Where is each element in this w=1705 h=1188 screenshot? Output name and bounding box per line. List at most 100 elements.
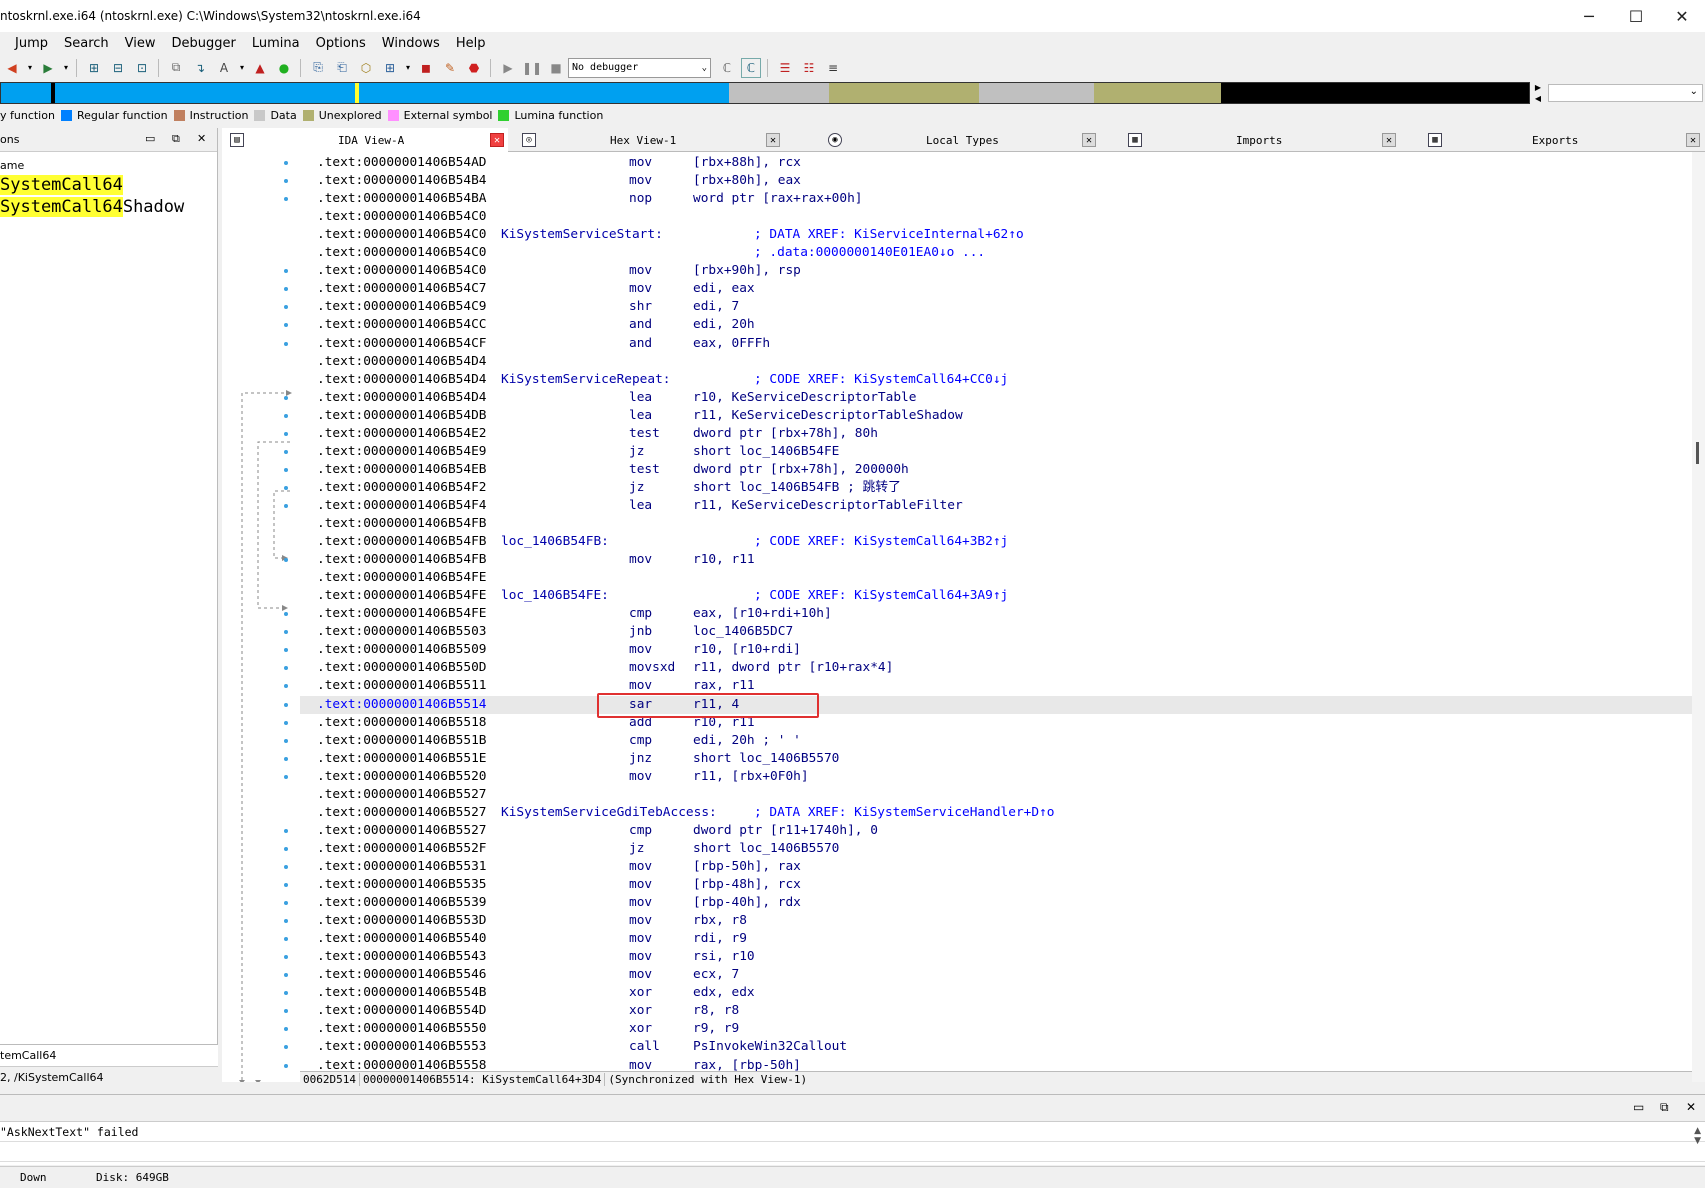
listing-row[interactable]: .text:00000001406B5527 bbox=[300, 786, 1692, 804]
run-icon[interactable]: ▶ bbox=[498, 58, 518, 78]
green-circle-icon[interactable]: ● bbox=[274, 58, 294, 78]
listing-row[interactable]: .text:00000001406B54E9 jz short loc_1406B5… bbox=[300, 443, 1692, 461]
listing-row[interactable]: .text:00000001406B54FE bbox=[300, 569, 1692, 587]
functions-column-header[interactable]: ame bbox=[0, 152, 217, 174]
tab-hex-view-1[interactable]: ◎ Hex View-1 ✕ bbox=[514, 128, 804, 152]
listing-row[interactable]: .text:00000001406B54CC and edi, 20h bbox=[300, 316, 1692, 334]
breakpoint-dot[interactable] bbox=[284, 161, 288, 165]
listing-row[interactable]: .text:00000001406B54D4 lea r10, KeServiceD… bbox=[300, 389, 1692, 407]
menu-help[interactable]: Help bbox=[448, 36, 494, 51]
restore-icon[interactable]: ▭ bbox=[1633, 1100, 1644, 1114]
listing-row[interactable]: .text:00000001406B54AD mov [rbx+88h], rcx bbox=[300, 154, 1692, 172]
back-dropdown-icon[interactable]: ▾ bbox=[26, 58, 34, 78]
breakpoint-dot[interactable] bbox=[284, 883, 288, 887]
listing-row[interactable]: .text:00000001406B54F4 lea r11, KeServiceD… bbox=[300, 497, 1692, 515]
listing-row[interactable]: .text:00000001406B551B cmp edi, 20h ; ' ' bbox=[300, 732, 1692, 750]
back-icon[interactable]: ◀ bbox=[2, 58, 22, 78]
debugger-select[interactable]: No debugger ⌄ bbox=[568, 57, 711, 78]
minimize-button[interactable]: ─ bbox=[1566, 0, 1612, 32]
close-icon[interactable]: ✕ bbox=[1686, 133, 1700, 147]
breakpoint-dot[interactable] bbox=[284, 431, 288, 436]
jump-arrow-icon[interactable]: ↴ bbox=[190, 58, 210, 78]
paste-icon[interactable]: ⎗ bbox=[332, 58, 352, 78]
function-item[interactable]: SystemCall64 bbox=[0, 174, 217, 196]
close-icon[interactable]: ✕ bbox=[766, 133, 780, 147]
listing-row[interactable]: .text:00000001406B54F2 jz short loc_1406B5… bbox=[300, 479, 1692, 497]
stop-sign-icon[interactable]: ⬣ bbox=[464, 58, 484, 78]
breakpoint-dot[interactable] bbox=[284, 1063, 288, 1068]
menu-lumina[interactable]: Lumina bbox=[244, 36, 308, 51]
breakpoint-dot[interactable] bbox=[284, 395, 288, 400]
listing-row[interactable]: .text:00000001406B552F jz short loc_1406B5… bbox=[300, 840, 1692, 858]
overview-icon[interactable]: ⧉ bbox=[166, 58, 186, 78]
output-window[interactable]: "AskNextText" failed ▲ ▼ bbox=[0, 1121, 1705, 1165]
tab-local-types[interactable]: ◉ Local Types ✕ bbox=[820, 128, 1112, 152]
listing-row[interactable]: .text:00000001406B54C9 shr edi, 7 bbox=[300, 298, 1692, 316]
breakpoint-dot[interactable] bbox=[284, 503, 288, 508]
tab-imports[interactable]: ▦ Imports ✕ bbox=[1120, 128, 1412, 152]
maximize-button[interactable]: ☐ bbox=[1613, 0, 1659, 32]
menu-jump[interactable]: Jump bbox=[0, 36, 56, 51]
listing-row[interactable]: .text:00000001406B554B xor edx, edx bbox=[300, 984, 1692, 1002]
close-icon[interactable]: ✕ bbox=[1082, 133, 1096, 147]
breakpoint-dot[interactable] bbox=[284, 702, 288, 707]
listing-row[interactable]: .text:00000001406B54FE cmp eax, [r10+rdi+1… bbox=[300, 605, 1692, 623]
tab-exports[interactable]: ▦ Exports ✕ bbox=[1420, 128, 1705, 152]
breakpoint-dot[interactable] bbox=[284, 738, 288, 743]
restore-icon[interactable]: ▭ bbox=[145, 132, 155, 145]
text-dropdown-icon[interactable]: ▾ bbox=[238, 58, 246, 78]
listing-row[interactable]: .text:00000001406B5540 mov rdi, r9 bbox=[300, 930, 1692, 948]
listing-row[interactable]: .text:00000001406B54B4 mov [rbx+80h], eax bbox=[300, 172, 1692, 190]
listing-row[interactable]: .text:00000001406B54CF and eax, 0FFFh bbox=[300, 335, 1692, 353]
hex-icon[interactable]: ⬡ bbox=[356, 58, 376, 78]
flag-icon[interactable]: ▲ bbox=[250, 58, 270, 78]
listing-row[interactable]: .text:00000001406B550D movsxd r11, dword p… bbox=[300, 659, 1692, 677]
listing-row[interactable]: .text:00000001406B5543 mov rsi, r10 bbox=[300, 948, 1692, 966]
breakpoint-dot[interactable] bbox=[284, 720, 288, 725]
pause-icon[interactable]: ❚❚ bbox=[522, 58, 542, 78]
forward-icon[interactable]: ▶ bbox=[38, 58, 58, 78]
list-breakpoint-icon[interactable]: ☰ bbox=[775, 58, 795, 78]
listing-row[interactable]: .text:00000001406B54C0 mov [rbx+90h], rsp bbox=[300, 262, 1692, 280]
struct-icon[interactable]: ⊞ bbox=[380, 58, 400, 78]
listing-row[interactable]: .text:00000001406B5550 xor r9, r9 bbox=[300, 1020, 1692, 1038]
listing-row[interactable]: .text:00000001406B551E jnz short loc_1406B… bbox=[300, 750, 1692, 768]
copy-icon[interactable]: ⎘ bbox=[308, 58, 328, 78]
forward-dropdown-icon[interactable]: ▾ bbox=[62, 58, 70, 78]
listing-row[interactable]: .text:00000001406B5553 call PsInvokeWin32C… bbox=[300, 1038, 1692, 1056]
edit-icon[interactable]: ✎ bbox=[440, 58, 460, 78]
menu-debugger[interactable]: Debugger bbox=[164, 36, 244, 51]
breakpoint-dot[interactable] bbox=[284, 846, 288, 851]
text-icon[interactable]: A bbox=[214, 58, 234, 78]
listing-row[interactable]: .text:00000001406B554D xor r8, r8 bbox=[300, 1002, 1692, 1020]
listing-row[interactable]: .text:00000001406B54EB test dword ptr [rbx… bbox=[300, 461, 1692, 479]
listing-row[interactable]: .text:00000001406B5535 mov [rbp-48h], rcx bbox=[300, 876, 1692, 894]
selected-function[interactable]: temCall64 bbox=[0, 1045, 218, 1067]
menu-view[interactable]: View bbox=[117, 36, 164, 51]
listing-row[interactable]: .text:00000001406B5503 jnb loc_1406B5DC7 bbox=[300, 623, 1692, 641]
listing-row[interactable]: .text:00000001406B5531 mov [rbp-50h], rax bbox=[300, 858, 1692, 876]
listing-row[interactable]: .text:00000001406B5527 cmp dword ptr [r11+… bbox=[300, 822, 1692, 840]
scrollbar-thumb[interactable] bbox=[1696, 442, 1699, 464]
text-view-icon[interactable]: ⊡ bbox=[132, 58, 152, 78]
listing-row[interactable]: .text:00000001406B54D4 KiSystemServiceRep… bbox=[300, 371, 1692, 389]
breakpoint-dot[interactable] bbox=[284, 341, 288, 346]
listing-row[interactable]: .text:00000001406B54C7 mov edi, eax bbox=[300, 280, 1692, 298]
breakpoint-dot[interactable] bbox=[284, 864, 288, 869]
close-icon[interactable]: ✕ bbox=[490, 133, 504, 147]
listing-row[interactable]: .text:00000001406B5546 mov ecx, 7 bbox=[300, 966, 1692, 984]
stop-icon[interactable]: ■ bbox=[546, 58, 566, 78]
list-remove-icon[interactable]: ☷ bbox=[799, 58, 819, 78]
listing-row[interactable]: .text:00000001406B54C0 bbox=[300, 208, 1692, 226]
listing-row[interactable]: .text:00000001406B5518 add r10, r11 bbox=[300, 714, 1692, 732]
listing-row[interactable]: .text:00000001406B553D mov rbx, r8 bbox=[300, 912, 1692, 930]
menu-windows[interactable]: Windows bbox=[374, 36, 448, 51]
navigation-band[interactable] bbox=[0, 82, 1530, 104]
close-icon[interactable]: ✕ bbox=[197, 132, 206, 145]
listing-row[interactable]: .text:00000001406B54FB mov r10, r11 bbox=[300, 551, 1692, 569]
breakpoint-dot[interactable] bbox=[284, 467, 288, 472]
listing-row[interactable]: .text:00000001406B5527 KiSystemServiceGdi… bbox=[300, 804, 1692, 822]
listing-row[interactable]: .text:00000001406B54BA nop word ptr [rax+r… bbox=[300, 190, 1692, 208]
listing-row[interactable]: .text:00000001406B54DB lea r11, KeServiceD… bbox=[300, 407, 1692, 425]
listing-row[interactable]: .text:00000001406B5539 mov [rbp-40h], rdx bbox=[300, 894, 1692, 912]
